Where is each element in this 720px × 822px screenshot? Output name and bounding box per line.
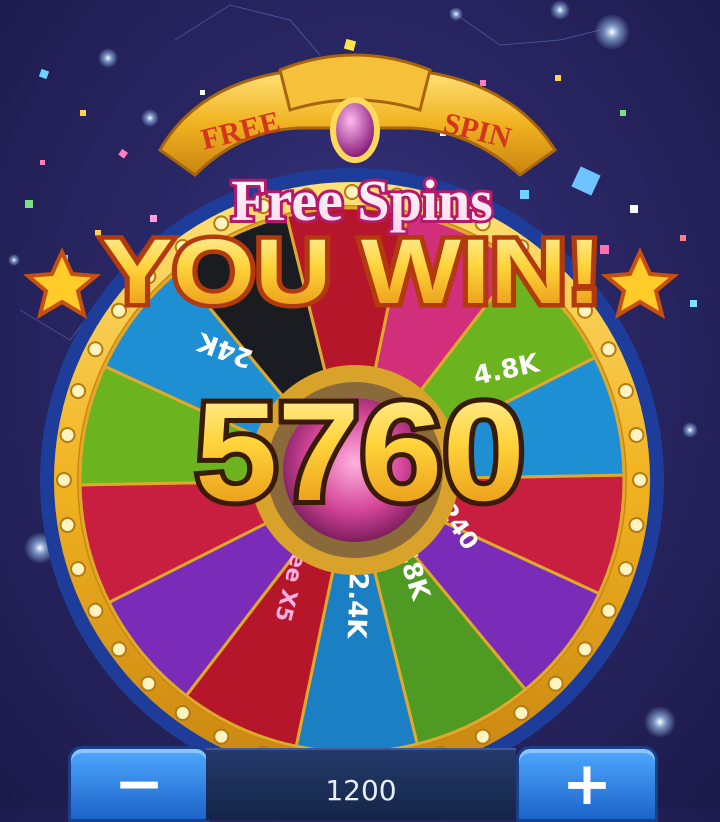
rim-bulb (70, 560, 87, 577)
rim-bulb (617, 383, 634, 400)
rim-bulb (513, 704, 530, 721)
bet-display: 1200 (206, 748, 516, 820)
rim-bulb (59, 426, 76, 443)
you-win-title: YOU WIN! (102, 221, 602, 323)
bet-value: 1200 (325, 774, 397, 807)
rim-bulb (174, 704, 191, 721)
rim-bulb (600, 602, 617, 619)
rim-bulb (59, 517, 76, 534)
rim-bulb (140, 675, 157, 692)
rim-bulb (87, 602, 104, 619)
rim-bulb (617, 560, 634, 577)
pointer-gem-icon (330, 97, 380, 163)
game-stage: 24K 4.8K 2.4K 48K 240 Free X5 FREE SPIN … (0, 0, 720, 822)
rim-bulb (628, 517, 645, 534)
rim-bulb (70, 383, 87, 400)
rim-bulb (632, 472, 648, 488)
rim-bulb (56, 472, 72, 488)
right-star-icon (600, 247, 680, 320)
increase-bet-button[interactable]: + (516, 746, 658, 822)
rim-bulb (576, 641, 593, 658)
segment-label-2-4k: 2.4K (341, 572, 373, 640)
win-amount: 5760 (195, 373, 525, 530)
rim-bulb (547, 675, 564, 692)
rim-bulb (87, 341, 104, 358)
bet-control-bar: − 1200 + (0, 742, 720, 822)
game-scene: 24K 4.8K 2.4K 48K 240 Free X5 FREE SPIN … (8, 0, 698, 792)
decrease-bet-button[interactable]: − (68, 746, 210, 822)
rim-bulb (600, 341, 617, 358)
wheel-header: FREE SPIN (158, 53, 558, 177)
rim-bulb (628, 426, 645, 443)
rim-bulb (111, 641, 128, 658)
left-star-icon (22, 247, 102, 320)
